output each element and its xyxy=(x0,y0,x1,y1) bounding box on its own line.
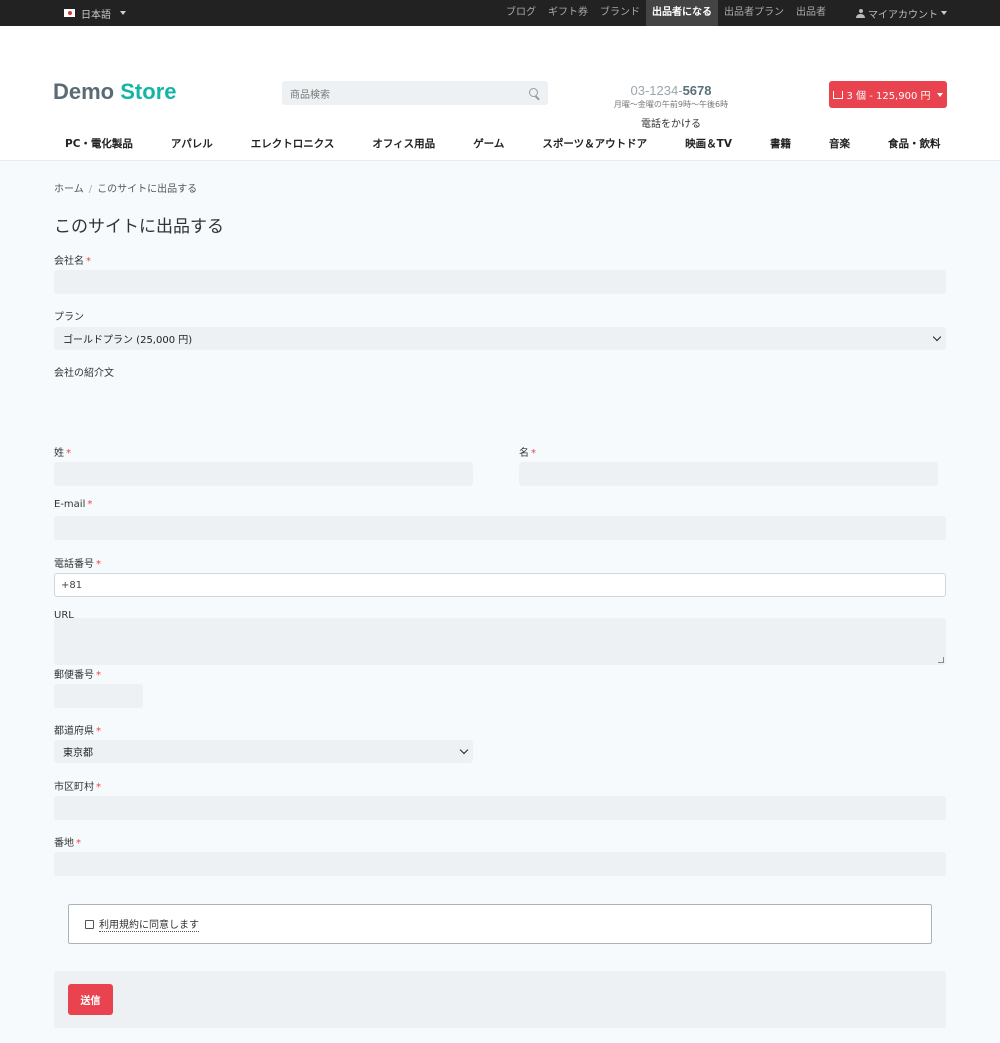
nav-item-electronics[interactable]: エレクトロニクス xyxy=(239,136,335,151)
top-link-brands[interactable]: ブランド xyxy=(594,0,646,26)
nav-item-movies[interactable]: 映画＆TV xyxy=(673,136,732,151)
caret-down-icon xyxy=(120,11,126,15)
city-input[interactable] xyxy=(54,796,946,820)
email-field: E-mail * xyxy=(54,499,92,510)
prefecture-field: 都道府県 * xyxy=(54,722,101,737)
last-name-input[interactable] xyxy=(54,462,473,486)
address-input[interactable] xyxy=(54,852,946,876)
japan-flag-icon xyxy=(64,9,75,17)
page-title: このサイトに出品する xyxy=(54,217,224,237)
caret-down-icon xyxy=(936,92,943,97)
plan-selected-value: ゴールドプラン (25,000 円) xyxy=(63,335,193,346)
terms-link[interactable]: 利用規約に同意します xyxy=(99,916,199,932)
terms-box: 利用規約に同意します xyxy=(68,904,932,944)
first-name-field: 名 * xyxy=(519,444,536,459)
plan-field: プラン xyxy=(54,308,84,323)
url-field: URL xyxy=(54,610,74,621)
prefecture-label: 都道府県 * xyxy=(54,726,101,737)
nav-item-office[interactable]: オフィス用品 xyxy=(360,136,435,151)
chevron-down-icon xyxy=(459,745,469,755)
breadcrumb-home[interactable]: ホーム xyxy=(54,184,84,195)
email-label: E-mail * xyxy=(54,499,93,510)
cart-button[interactable]: 3 個 - 125,900 円 xyxy=(829,81,947,108)
language-label: 日本語 xyxy=(81,9,111,21)
my-account-label: マイアカウント xyxy=(868,9,938,21)
zip-label: 郵便番号 * xyxy=(54,670,101,681)
zip-field: 郵便番号 * xyxy=(54,666,101,681)
business-hours: 月曜〜金曜の午前9時〜午後6時 xyxy=(613,100,729,109)
email-input[interactable] xyxy=(54,516,946,540)
top-bar: 日本語 ブログ ギフト券 ブランド 出品者になる 出品者プラン 出品者 マイアカ… xyxy=(0,0,1000,26)
phone-field: 電話番号 * xyxy=(54,555,101,570)
url-input[interactable] xyxy=(54,627,946,651)
category-nav: PC・電化製品 アパレル エレクトロニクス オフィス用品 ゲーム スポーツ＆アウ… xyxy=(53,136,966,151)
breadcrumb-separator: / xyxy=(88,184,93,195)
first-name-label: 名 * xyxy=(519,448,536,459)
caret-down-icon xyxy=(941,11,947,15)
breadcrumb: ホーム / このサイトに出品する xyxy=(54,180,946,195)
address-field: 番地 * xyxy=(54,834,81,849)
language-selector[interactable]: 日本語 xyxy=(64,6,126,21)
prefecture-selected-value: 東京都 xyxy=(63,748,93,759)
top-link-blog[interactable]: ブログ xyxy=(500,0,542,26)
top-links: ブログ ギフト券 ブランド 出品者になる 出品者プラン 出品者 マイアカウント xyxy=(500,0,947,26)
intro-label: 会社の紹介文 xyxy=(54,368,114,379)
city-label: 市区町村 * xyxy=(54,782,101,793)
logo-demo-text: Demo xyxy=(53,79,115,104)
url-label: URL xyxy=(54,610,74,621)
top-link-become-seller[interactable]: 出品者になる xyxy=(646,0,718,26)
main-content: ホーム / このサイトに出品する このサイトに出品する xyxy=(0,180,1000,237)
nav-item-music[interactable]: 音楽 xyxy=(817,136,850,151)
company-input[interactable] xyxy=(54,270,946,294)
phone-input-value: +81 xyxy=(61,579,83,591)
search-icon[interactable] xyxy=(529,87,540,99)
nav-item-pc[interactable]: PC・電化製品 xyxy=(53,136,133,151)
cart-icon xyxy=(833,90,844,99)
nav-item-books[interactable]: 書籍 xyxy=(758,136,791,151)
terms-checkbox[interactable] xyxy=(85,919,94,929)
top-link-sellers[interactable]: 出品者 xyxy=(790,0,832,26)
user-icon xyxy=(856,8,865,18)
first-name-input[interactable] xyxy=(519,462,938,486)
plan-select[interactable]: ゴールドプラン (25,000 円) xyxy=(54,327,946,350)
phone-input[interactable]: +81 xyxy=(54,573,946,597)
nav-item-sports[interactable]: スポーツ＆アウトドア xyxy=(530,136,647,151)
last-name-field: 姓 * xyxy=(54,444,71,459)
phone-label: 電話番号 * xyxy=(54,559,101,570)
nav-item-games[interactable]: ゲーム xyxy=(461,136,504,151)
plan-label: プラン xyxy=(54,312,84,323)
phone-block: 03-1234-5678 月曜〜金曜の午前9時〜午後6時 電話をかける xyxy=(596,83,746,130)
nav-item-apparel[interactable]: アパレル xyxy=(159,136,213,151)
intro-field: 会社の紹介文 xyxy=(54,364,114,379)
my-account-menu[interactable]: マイアカウント xyxy=(856,6,947,21)
company-field: 会社名 * xyxy=(54,252,91,267)
store-logo[interactable]: Demo Store xyxy=(53,79,177,105)
logo-store-text: Store xyxy=(120,79,177,104)
search-placeholder: 商品検索 xyxy=(290,89,330,101)
search-input[interactable]: 商品検索 xyxy=(282,81,548,105)
top-link-seller-plans[interactable]: 出品者プラン xyxy=(718,0,790,26)
submit-button[interactable]: 送信 xyxy=(68,984,113,1015)
nav-item-food[interactable]: 食品・飲料 xyxy=(876,136,941,151)
cart-summary: 3 個 - 125,900 円 xyxy=(846,91,931,102)
resize-handle-icon[interactable] xyxy=(938,657,944,663)
breadcrumb-current: このサイトに出品する xyxy=(97,184,198,195)
call-link[interactable]: 電話をかける xyxy=(596,115,746,130)
company-label: 会社名 * xyxy=(54,256,91,267)
chevron-down-icon xyxy=(932,332,942,342)
top-link-gift-card[interactable]: ギフト券 xyxy=(542,0,594,26)
address-label: 番地 * xyxy=(54,838,81,849)
last-name-label: 姓 * xyxy=(54,448,71,459)
zip-input[interactable] xyxy=(54,684,143,708)
city-field: 市区町村 * xyxy=(54,778,101,793)
prefecture-select[interactable]: 東京都 xyxy=(54,740,473,763)
submit-area: 送信 xyxy=(54,971,946,1028)
phone-number: 03-1234-5678 xyxy=(630,83,712,98)
